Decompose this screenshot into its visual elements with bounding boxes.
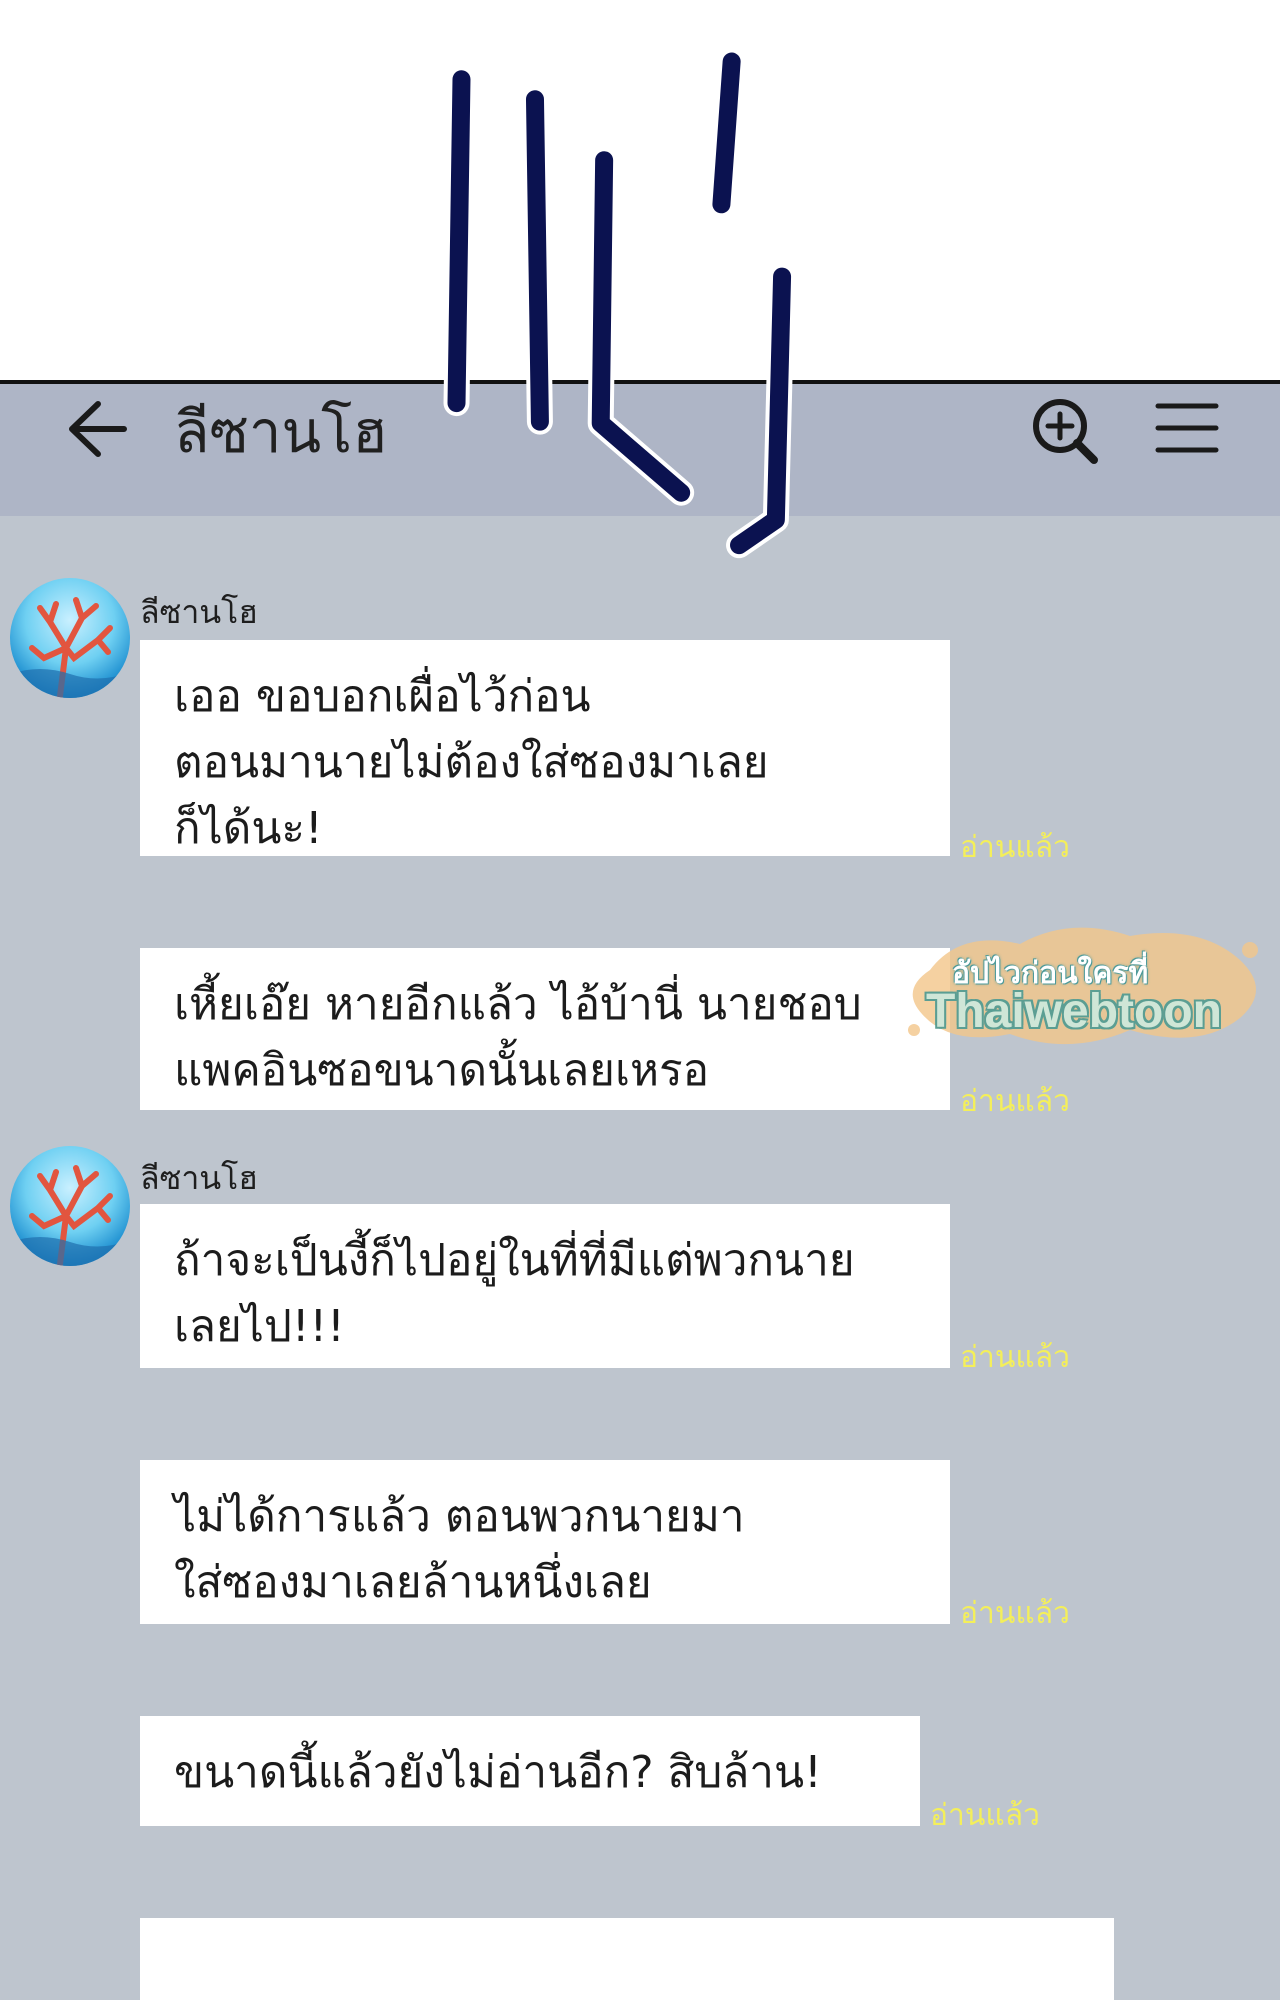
coral-avatar-icon <box>10 1165 130 1266</box>
hamburger-menu-icon[interactable] <box>1154 398 1220 458</box>
chat-title: ลีซานโฮ <box>174 398 388 466</box>
avatar[interactable] <box>10 1146 130 1266</box>
message-bubble: ไม่ได้การแล้ว ตอนพวกนายมา ใส่ซองมาเลยล้า… <box>140 1460 950 1624</box>
read-status: อ่านแล้ว <box>930 1798 1040 1833</box>
message-bubble: ขนาดนี้แล้วยังไม่อ่านอีก? สิบล้าน! <box>140 1716 920 1826</box>
watermark-logo: อัปไวก่อนใครที่ Thaiwebtoon <box>900 910 1270 1060</box>
sound-effect-lettering <box>443 48 796 559</box>
sender-name: ลีซานโฮ <box>140 593 258 631</box>
arrow-left-icon[interactable] <box>64 400 128 458</box>
message-bubble: เออ ขอบอกเผื่อไว้ก่อน ตอนมานายไม่ต้องใส่… <box>140 640 950 856</box>
message-line: เหี้ยเอ๊ย หายอีกแล้ว ไอ้บ้านี่ นายชอบ <box>174 979 862 1030</box>
message-line: ขนาดนี้แล้วยังไม่อ่านอีก? สิบล้าน! <box>174 1747 822 1798</box>
message-line: แพคอินซอขนาดนั้นเลยเหรอ <box>174 1045 710 1096</box>
message-bubble: เหี้ยเอ๊ย หายอีกแล้ว ไอ้บ้านี่ นายชอบ แพ… <box>140 948 950 1110</box>
message-line: ไม่ได้การแล้ว ตอนพวกนายมา <box>174 1491 745 1542</box>
message-bubble-partial <box>140 1918 1114 2000</box>
message-line: ก็ได้นะ! <box>174 803 323 854</box>
watermark-brand: Thaiwebtoon <box>926 985 1222 1038</box>
message-line: ใส่ซองมาเลยล้านหนึ่งเลย <box>174 1557 652 1608</box>
read-status: อ่านแล้ว <box>960 1084 1070 1119</box>
message-line: ถ้าจะเป็นงี้ก็ไปอยู่ในที่ที่มีแต่พวกนาย <box>174 1235 855 1286</box>
avatar[interactable] <box>10 578 130 698</box>
sender-name: ลีซานโฮ <box>140 1159 258 1197</box>
message-line: เออ ขอบอกเผื่อไว้ก่อน <box>174 671 591 722</box>
read-status: อ่านแล้ว <box>960 1340 1070 1375</box>
zoom-in-icon[interactable] <box>1030 396 1100 466</box>
message-line: เลยไป!!! <box>174 1301 345 1352</box>
read-status: อ่านแล้ว <box>960 1596 1070 1631</box>
coral-avatar-icon <box>10 597 130 698</box>
message-line: ตอนมานายไม่ต้องใส่ซองมาเลย <box>174 737 769 788</box>
message-bubble: ถ้าจะเป็นงี้ก็ไปอยู่ในที่ที่มีแต่พวกนาย … <box>140 1204 950 1368</box>
read-status: อ่านแล้ว <box>960 830 1070 865</box>
